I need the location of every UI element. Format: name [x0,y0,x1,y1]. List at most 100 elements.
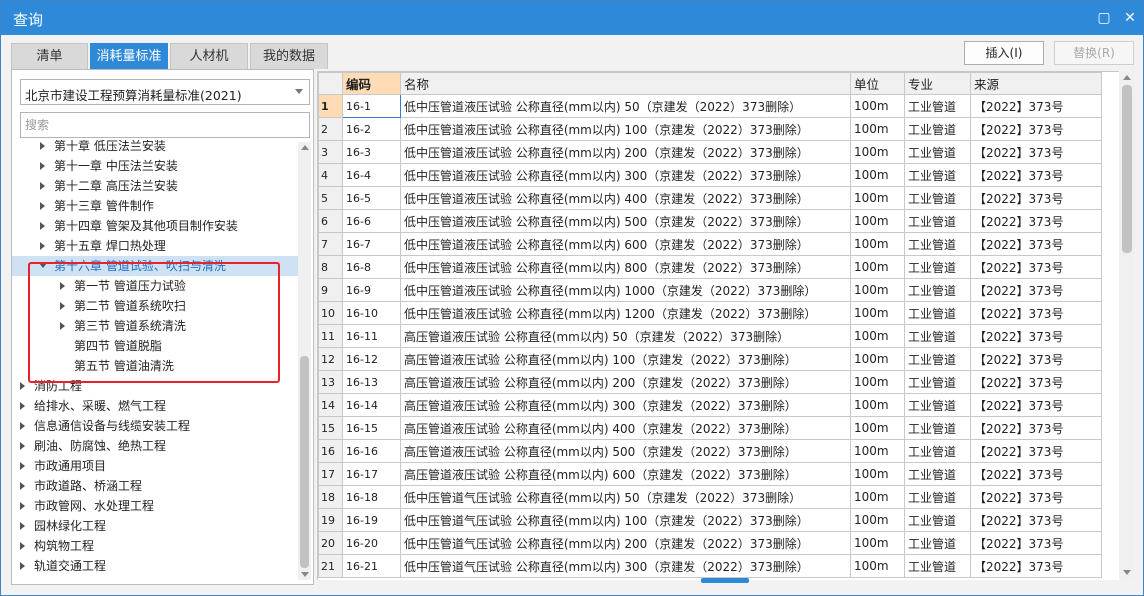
row-number[interactable]: 19 [318,508,343,532]
source-cell[interactable]: 【2022】373号 [970,416,1102,440]
tree-node[interactable]: 第四节 管道脱脂 [12,336,298,356]
row-number[interactable]: 21 [318,554,343,578]
unit-cell[interactable]: 100m [850,163,905,187]
name-cell[interactable]: 低中压管道液压试验 公称直径(mm以内) 300（京建发（2022）373删除） [400,163,851,187]
unit-cell[interactable]: 100m [850,531,905,555]
search-input[interactable] [20,112,310,138]
unit-cell[interactable]: 100m [850,278,905,302]
row-number[interactable]: 3 [318,140,343,164]
scroll-up-icon[interactable] [301,145,309,150]
header-code[interactable]: 编码 [342,72,401,95]
code-cell[interactable]: 16-16 [342,439,401,463]
code-cell[interactable]: 16-19 [342,508,401,532]
table-row[interactable]: 14 16-14 高压管道液压试验 公称直径(mm以内) 300（京建发（2022）… [318,393,1102,417]
row-number[interactable]: 7 [318,232,343,256]
unit-cell[interactable]: 100m [850,347,905,371]
specialty-cell[interactable]: 工业管道 [904,370,971,394]
specialty-cell[interactable]: 工业管道 [904,117,971,141]
unit-cell[interactable]: 100m [850,301,905,325]
name-cell[interactable]: 低中压管道液压试验 公称直径(mm以内) 600（京建发（2022）373删除） [400,232,851,256]
name-cell[interactable]: 高压管道液压试验 公称直径(mm以内) 100（京建发（2022）373删除） [400,347,851,371]
replace-button[interactable]: 替换(R) [1054,41,1134,65]
specialty-cell[interactable]: 工业管道 [904,232,971,256]
specialty-cell[interactable]: 工业管道 [904,163,971,187]
specialty-cell[interactable]: 工业管道 [904,324,971,348]
table-row[interactable]: 10 16-10 低中压管道液压试验 公称直径(mm以内) 1200（京建发（202… [318,301,1102,325]
expand-right-icon[interactable] [60,322,65,330]
name-cell[interactable]: 低中压管道液压试验 公称直径(mm以内) 100（京建发（2022）373删除） [400,117,851,141]
source-cell[interactable]: 【2022】373号 [970,508,1102,532]
table-row[interactable]: 12 16-12 高压管道液压试验 公称直径(mm以内) 100（京建发（2022）… [318,347,1102,371]
table-row[interactable]: 13 16-13 高压管道液压试验 公称直径(mm以内) 200（京建发（2022）… [318,370,1102,394]
expand-right-icon[interactable] [40,142,45,150]
source-cell[interactable]: 【2022】373号 [970,140,1102,164]
row-number[interactable]: 20 [318,531,343,555]
table-row[interactable]: 15 16-15 高压管道液压试验 公称直径(mm以内) 400（京建发（2022）… [318,416,1102,440]
source-cell[interactable]: 【2022】373号 [970,393,1102,417]
source-cell[interactable]: 【2022】373号 [970,531,1102,555]
row-number[interactable]: 5 [318,186,343,210]
specialty-cell[interactable]: 工业管道 [904,439,971,463]
specialty-cell[interactable]: 工业管道 [904,347,971,371]
expand-down-icon[interactable] [39,263,47,268]
tree-node[interactable]: 第十五章 焊口热处理 [12,236,298,256]
tree-node[interactable]: 第二节 管道系统吹扫 [12,296,298,316]
name-cell[interactable]: 高压管道液压试验 公称直径(mm以内) 400（京建发（2022）373删除） [400,416,851,440]
code-cell[interactable]: 16-5 [342,186,401,210]
specialty-cell[interactable]: 工业管道 [904,462,971,486]
unit-cell[interactable]: 100m [850,370,905,394]
expand-right-icon[interactable] [40,182,45,190]
unit-cell[interactable]: 100m [850,508,905,532]
tree-scrollbar[interactable] [298,142,311,580]
expand-right-icon[interactable] [20,422,25,430]
row-number[interactable]: 15 [318,416,343,440]
close-icon[interactable]: ✕ [1121,9,1139,27]
code-cell[interactable]: 16-4 [342,163,401,187]
expand-right-icon[interactable] [20,402,25,410]
unit-cell[interactable]: 100m [850,117,905,141]
code-cell[interactable]: 16-3 [342,140,401,164]
code-cell[interactable]: 16-7 [342,232,401,256]
unit-cell[interactable]: 100m [850,209,905,233]
tab-labor-material-machine[interactable]: 人材机 [170,43,248,69]
tree-node[interactable]: 构筑物工程 [12,536,298,556]
specialty-cell[interactable]: 工业管道 [904,278,971,302]
grid-scrollbar[interactable] [1119,71,1135,579]
unit-cell[interactable]: 100m [850,255,905,279]
specialty-cell[interactable]: 工业管道 [904,255,971,279]
source-cell[interactable]: 【2022】373号 [970,485,1102,509]
unit-cell[interactable]: 100m [850,94,905,118]
row-number[interactable]: 17 [318,462,343,486]
source-cell[interactable]: 【2022】373号 [970,94,1102,118]
table-row[interactable]: 7 16-7 低中压管道液压试验 公称直径(mm以内) 600（京建发（2022）3… [318,232,1102,256]
tree-node[interactable]: 第三节 管道系统清洗 [12,316,298,336]
tree-node[interactable]: 市政道路、桥涵工程 [12,476,298,496]
specialty-cell[interactable]: 工业管道 [904,485,971,509]
tree-node[interactable]: 第十一章 中压法兰安装 [12,156,298,176]
table-row[interactable]: 6 16-6 低中压管道液压试验 公称直径(mm以内) 500（京建发（2022）3… [318,209,1102,233]
row-number[interactable]: 10 [318,301,343,325]
table-row[interactable]: 4 16-4 低中压管道液压试验 公称直径(mm以内) 300（京建发（2022）3… [318,163,1102,187]
table-row[interactable]: 11 16-11 高压管道液压试验 公称直径(mm以内) 50（京建发（2022）3… [318,324,1102,348]
code-cell[interactable]: 16-17 [342,462,401,486]
row-number[interactable]: 12 [318,347,343,371]
specialty-cell[interactable]: 工业管道 [904,531,971,555]
scroll-down-icon[interactable] [1123,570,1131,575]
name-cell[interactable]: 低中压管道气压试验 公称直径(mm以内) 300（京建发（2022）373删除） [400,554,851,578]
specialty-cell[interactable]: 工业管道 [904,393,971,417]
row-number[interactable]: 13 [318,370,343,394]
code-cell[interactable]: 16-15 [342,416,401,440]
header-specialty[interactable]: 专业 [904,72,971,95]
tree-node[interactable]: 第十四章 管架及其他项目制作安装 [12,216,298,236]
name-cell[interactable]: 高压管道液压试验 公称直径(mm以内) 200（京建发（2022）373删除） [400,370,851,394]
tree-node[interactable]: 第十章 低压法兰安装 [12,140,298,156]
unit-cell[interactable]: 100m [850,186,905,210]
unit-cell[interactable]: 100m [850,439,905,463]
expand-right-icon[interactable] [20,542,25,550]
row-number[interactable]: 4 [318,163,343,187]
expand-right-icon[interactable] [20,482,25,490]
specialty-cell[interactable]: 工业管道 [904,416,971,440]
table-row[interactable]: 8 16-8 低中压管道液压试验 公称直径(mm以内) 800（京建发（2022）3… [318,255,1102,279]
name-cell[interactable]: 低中压管道液压试验 公称直径(mm以内) 400（京建发（2022）373删除） [400,186,851,210]
table-row[interactable]: 17 16-17 高压管道液压试验 公称直径(mm以内) 600（京建发（2022）… [318,462,1102,486]
